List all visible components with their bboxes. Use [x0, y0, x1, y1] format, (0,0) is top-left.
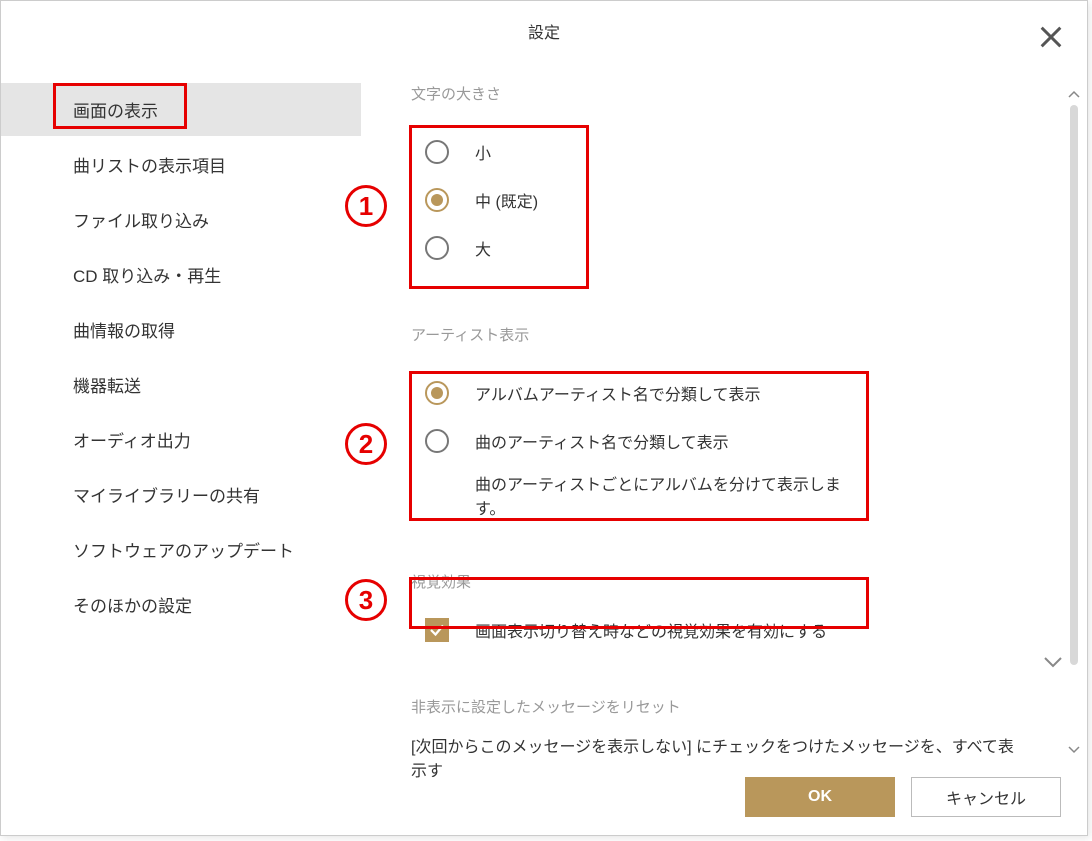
cancel-button[interactable]: キャンセル	[911, 777, 1061, 817]
sidebar-item-device-transfer[interactable]: 機器転送	[1, 358, 361, 411]
radio-album-artist[interactable]: アルバムアーティスト名で分類して表示	[425, 369, 857, 417]
radio-medium[interactable]: 中 (既定)	[425, 176, 577, 224]
artist-display-group: アルバムアーティスト名で分類して表示 曲のアーティスト名で分類して表示 曲のアー…	[411, 357, 871, 531]
dialog-body: 画面の表示 曲リストの表示項目 ファイル取り込み CD 取り込み・再生 曲情報の…	[1, 61, 1087, 761]
visual-effect-checkbox-label: 画面表示切り替え時などの視覚効果を有効にする	[475, 618, 827, 642]
main-panel: 文字の大きさ 小 中 (既定) 大 アーティスト表示	[361, 61, 1087, 761]
radio-icon	[425, 429, 449, 453]
radio-small[interactable]: 小	[425, 128, 577, 176]
title-bar: 設定	[1, 1, 1087, 61]
dialog-title: 設定	[528, 19, 560, 43]
sidebar-item-songlist[interactable]: 曲リストの表示項目	[1, 138, 361, 191]
reset-hidden-text: [次回からこのメッセージを表示しない] にチェックをつけたメッセージを、すべて表…	[411, 733, 1027, 781]
ok-button[interactable]: OK	[745, 777, 895, 817]
settings-dialog: 設定 画面の表示 曲リストの表示項目 ファイル取り込み CD 取り込み・再生 曲…	[0, 0, 1088, 836]
radio-song-artist[interactable]: 曲のアーティスト名で分類して表示	[425, 417, 857, 465]
sidebar-item-display[interactable]: 画面の表示	[1, 83, 361, 136]
close-icon	[1037, 23, 1065, 51]
radio-icon	[425, 236, 449, 260]
scroll-up-button[interactable]	[1065, 83, 1083, 105]
scroll-track[interactable]	[1070, 105, 1078, 665]
sidebar-item-audio-output[interactable]: オーディオ出力	[1, 413, 361, 466]
sidebar-item-other[interactable]: そのほかの設定	[1, 578, 361, 631]
sidebar: 画面の表示 曲リストの表示項目 ファイル取り込み CD 取り込み・再生 曲情報の…	[1, 61, 361, 761]
radio-icon	[425, 188, 449, 212]
radio-icon	[425, 140, 449, 164]
scrollbar[interactable]	[1065, 83, 1083, 763]
sidebar-item-song-info[interactable]: 曲情報の取得	[1, 303, 361, 356]
radio-label-small: 小	[475, 140, 491, 164]
footer-buttons: OK キャンセル	[745, 777, 1061, 817]
chevron-down-icon	[1068, 746, 1080, 754]
radio-icon	[425, 381, 449, 405]
font-size-label: 文字の大きさ	[411, 83, 1027, 104]
close-button[interactable]	[1037, 23, 1065, 56]
radio-label-song-artist: 曲のアーティスト名で分類して表示	[475, 429, 729, 453]
radio-large[interactable]: 大	[425, 224, 577, 272]
expand-button[interactable]	[1043, 655, 1063, 673]
artist-display-label: アーティスト表示	[411, 324, 1027, 345]
radio-label-large: 大	[475, 236, 491, 260]
visual-effect-label: 視覚効果	[411, 571, 1027, 592]
checkbox-checked-icon	[425, 618, 449, 642]
radio-label-album-artist: アルバムアーティスト名で分類して表示	[475, 381, 760, 405]
sidebar-item-library-share[interactable]: マイライブラリーの共有	[1, 468, 361, 521]
sidebar-item-software-update[interactable]: ソフトウェアのアップデート	[1, 523, 361, 576]
artist-display-desc: 曲のアーティストごとにアルバムを分けて表示します。	[425, 471, 857, 519]
scroll-down-button[interactable]	[1065, 739, 1083, 761]
radio-label-medium: 中 (既定)	[475, 188, 538, 212]
chevron-up-icon	[1068, 90, 1080, 98]
sidebar-item-file-import[interactable]: ファイル取り込み	[1, 193, 361, 246]
reset-hidden-label: 非表示に設定したメッセージをリセット	[411, 696, 1027, 717]
sidebar-item-cd[interactable]: CD 取り込み・再生	[1, 248, 361, 301]
visual-effect-row[interactable]: 画面表示切り替え時などの視覚効果を有効にする	[411, 604, 871, 656]
font-size-group: 小 中 (既定) 大	[411, 116, 591, 284]
chevron-down-icon	[1043, 656, 1063, 668]
